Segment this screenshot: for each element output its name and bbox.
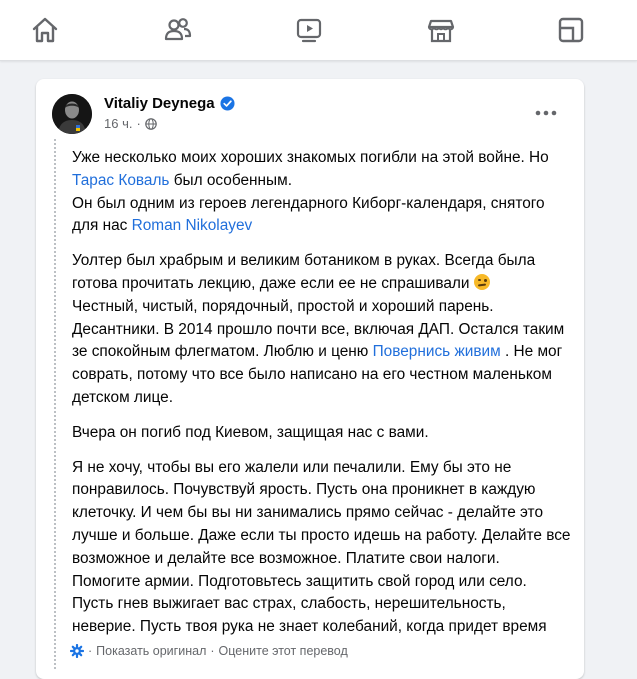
author-name[interactable]: Vitaliy Deynega (104, 95, 215, 112)
p1-text-a: Уже несколько моих хороших знакомых поги… (72, 149, 549, 166)
meta-separator: · (210, 644, 215, 658)
post-options-button[interactable] (530, 97, 562, 129)
globe-icon (145, 117, 157, 130)
paragraph-2: Уолтер был храбрым и великим ботаником в… (72, 250, 572, 410)
mention-povernys-zhyvym[interactable]: Повернись живим (373, 343, 501, 360)
verified-badge-icon (220, 96, 235, 111)
smirk-emoji-icon (473, 273, 490, 290)
more-dots-icon (535, 110, 557, 116)
post-body: Уже несколько моих хороших знакомых поги… (72, 147, 572, 651)
gear-icon[interactable] (70, 644, 84, 658)
meta-separator: · (88, 644, 93, 658)
post-timestamp[interactable]: 16 ч. (104, 116, 132, 131)
p1-text-b: был особенным. (169, 171, 292, 189)
nav-watch-button[interactable] (279, 8, 339, 52)
friends-icon (164, 18, 192, 41)
mention-taras-koval[interactable]: Тарас Коваль (72, 172, 169, 189)
nav-marketplace-button[interactable] (411, 8, 471, 52)
nav-friends-button[interactable] (148, 8, 208, 52)
p2-text-a: Уолтер был храбрым и великим ботаником в… (72, 252, 536, 292)
mention-roman-nikolayev[interactable]: Roman Nikolayev (132, 217, 253, 234)
author-avatar[interactable] (52, 94, 92, 134)
nav-gaming-button[interactable] (541, 8, 601, 52)
marketplace-icon (427, 19, 455, 43)
paragraph-1: Уже несколько моих хороших знакомых поги… (72, 147, 572, 238)
nav-home-button[interactable] (15, 8, 75, 52)
avatar-photo (52, 94, 92, 134)
gaming-icon (558, 17, 584, 43)
translation-bar: · Показать оригинал · Оцените этот перев… (70, 644, 348, 658)
rate-translation-link[interactable]: Оцените этот перевод (219, 644, 348, 658)
paragraph-3: Вчера он погиб под Киевом, защищая нас с… (72, 423, 429, 441)
quote-divider (54, 139, 56, 669)
paragraph-4: Я не хочу, чтобы вы его жалели или печал… (72, 458, 571, 636)
top-navigation-bar (0, 0, 637, 61)
video-icon (296, 18, 322, 43)
home-icon (32, 17, 58, 43)
post-card: Vitaliy Deynega 16 ч. · Уже несколько мо… (36, 79, 584, 679)
meta-separator: · (136, 116, 141, 131)
show-original-link[interactable]: Показать оригинал (96, 644, 206, 658)
